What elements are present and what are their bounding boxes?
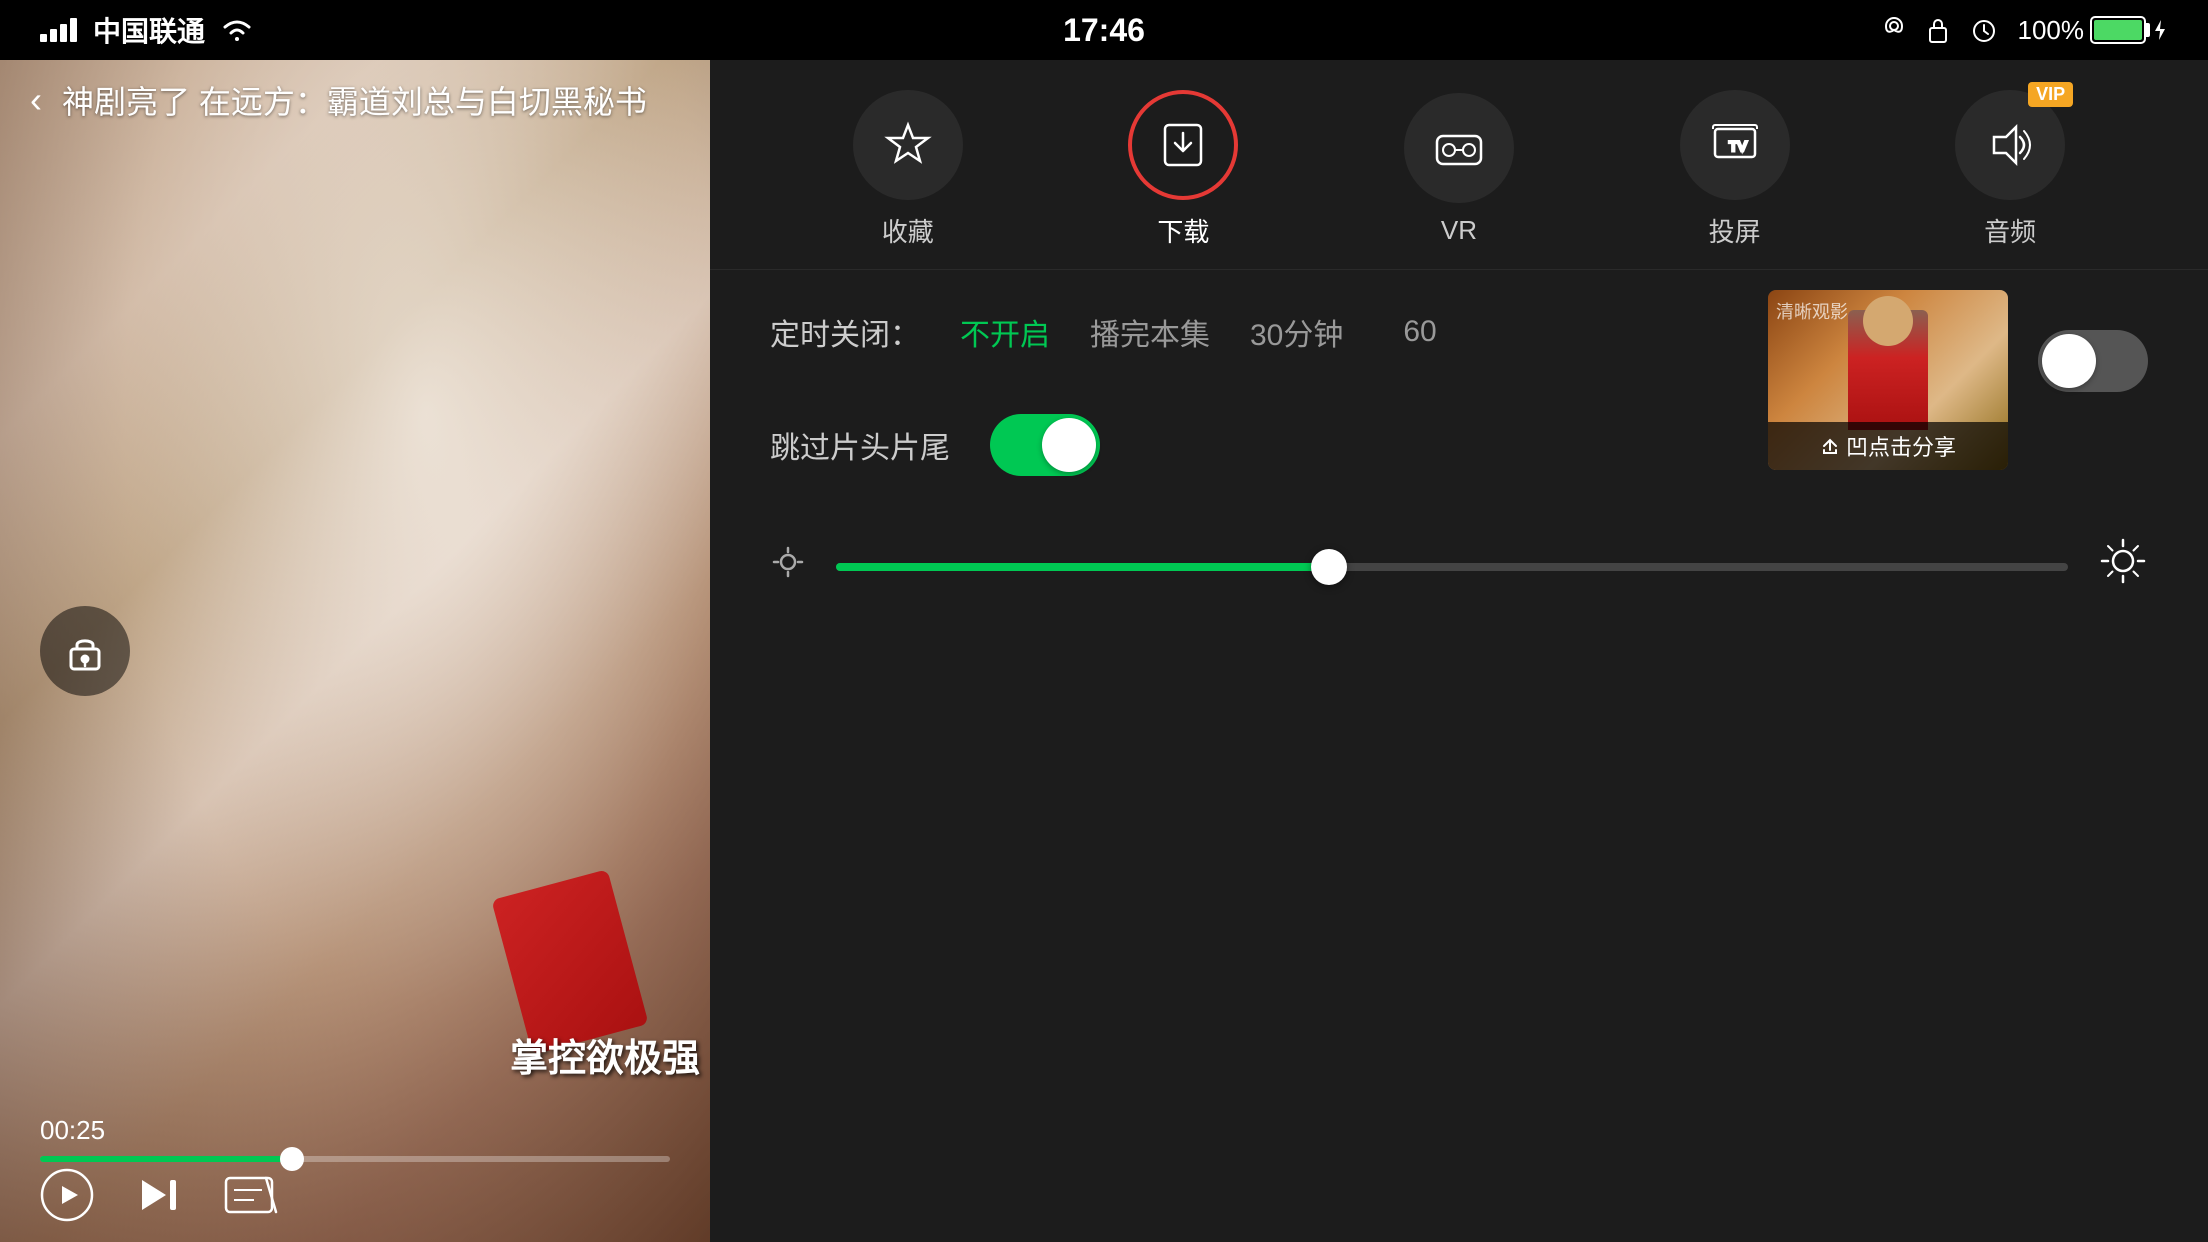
star-icon: [882, 119, 934, 171]
sun-large-icon: [2098, 536, 2148, 586]
collect-icon-item[interactable]: 收藏: [853, 90, 963, 249]
current-time: 00:25: [40, 1115, 670, 1146]
status-time: 17:46: [1063, 12, 1145, 49]
brightness-slider[interactable]: [836, 563, 2068, 571]
audio-icon-item[interactable]: VIP 音频: [1955, 90, 2065, 249]
download-label: 下载: [1157, 212, 1209, 249]
battery-icon: [2090, 16, 2146, 44]
video-panel: ‹ 神剧亮了 在远方：霸道刘总与白切黑秘书 掌控欲极强 00:25: [0, 60, 710, 1242]
next-icon: [134, 1170, 184, 1220]
collect-icon-circle: [853, 90, 963, 200]
thumbnail-preview: 清晰观影 凹点击分享: [1768, 290, 2008, 470]
progress-container: 00:25: [0, 1115, 710, 1162]
vr-icon-circle: [1404, 93, 1514, 203]
battery-percent: 100%: [2018, 15, 2085, 46]
brightness-fill: [836, 563, 1329, 571]
wifi-icon: [221, 17, 253, 43]
vip-tag: VIP: [2028, 82, 2073, 107]
right-panel: 收藏 下载: [710, 60, 2208, 1242]
audio-icon-circle: VIP: [1955, 90, 2065, 200]
status-right: 100%: [1882, 15, 2169, 46]
brightness-row: [770, 536, 2148, 597]
status-bar: 中国联通 17:46 100%: [0, 0, 2208, 60]
lock-icon: [63, 629, 107, 673]
lock-button[interactable]: [40, 606, 130, 696]
vr-icon-item[interactable]: VR: [1404, 93, 1514, 246]
danmaku-button[interactable]: [224, 1170, 284, 1220]
status-left: 中国联通: [40, 10, 253, 50]
collect-label: 收藏: [882, 212, 934, 249]
carrier-label: 中国联通: [93, 10, 205, 50]
battery-indicator: 100%: [2018, 15, 2169, 46]
timer-option-off[interactable]: 不开启: [960, 310, 1050, 354]
second-toggle[interactable]: [2038, 330, 2148, 392]
progress-fill: [40, 1156, 292, 1162]
skip-intro-label: 跳过片头片尾: [770, 423, 950, 467]
alarm-icon: [1970, 16, 1998, 44]
charging-icon: [2152, 18, 2168, 42]
location-icon: [1882, 16, 1906, 44]
settings-area: 定时关闭： 不开启 播完本集 30分钟 60 清晰观影: [710, 270, 2208, 1242]
signal-icon: [40, 18, 77, 42]
audio-label: 音频: [1984, 212, 2036, 249]
video-subtitle: 掌控欲极强: [510, 1027, 710, 1082]
back-button[interactable]: ‹: [30, 79, 42, 121]
cast-label: 投屏: [1709, 212, 1761, 249]
sun-small-icon: [770, 544, 806, 580]
video-top-bar: ‹ 神剧亮了 在远方：霸道刘总与白切黑秘书: [0, 60, 710, 140]
skip-intro-knob: [1042, 418, 1096, 472]
share-button[interactable]: 凹点击分享: [1768, 422, 2008, 470]
share-icon: [1820, 436, 1840, 456]
share-text: 凹点击分享: [1846, 430, 1956, 462]
vr-icon: [1433, 122, 1485, 174]
cast-icon-circle: TV: [1680, 90, 1790, 200]
second-toggle-knob: [2042, 334, 2096, 388]
brightness-high-icon: [2098, 536, 2148, 597]
play-icon: [40, 1168, 94, 1222]
timer-option-30[interactable]: 30分钟: [1250, 310, 1343, 354]
video-controls: [0, 1168, 710, 1222]
timer-option-episode[interactable]: 播完本集: [1090, 310, 1210, 354]
audio-icon: [1984, 119, 2036, 171]
brightness-low-icon: [770, 544, 806, 589]
danmaku-icon: [224, 1170, 284, 1220]
timer-option-60[interactable]: 60: [1403, 315, 1436, 349]
main-content: ‹ 神剧亮了 在远方：霸道刘总与白切黑秘书 掌控欲极强 00:25: [0, 60, 2208, 1242]
cast-icon-item[interactable]: TV 投屏: [1680, 90, 1790, 249]
vr-label: VR: [1441, 215, 1477, 246]
cast-icon: TV: [1709, 119, 1761, 171]
skip-intro-toggle[interactable]: [990, 414, 1100, 476]
play-button[interactable]: [40, 1168, 94, 1222]
screen-lock-icon: [1926, 16, 1950, 44]
download-icon: [1157, 119, 1209, 171]
download-icon-item[interactable]: 下载: [1128, 90, 1238, 249]
timer-label: 定时关闭：: [770, 310, 920, 354]
download-icon-circle: [1128, 90, 1238, 200]
icons-row: 收藏 下载: [710, 60, 2208, 270]
next-button[interactable]: [134, 1170, 184, 1220]
second-toggle-container: [2038, 330, 2148, 392]
brightness-thumb[interactable]: [1311, 549, 1347, 585]
svg-text:TV: TV: [1729, 138, 1748, 154]
video-title: 神剧亮了 在远方：霸道刘总与白切黑秘书: [62, 77, 647, 123]
thumbnail-watermark: 清晰观影: [1776, 298, 1848, 324]
progress-bar[interactable]: [40, 1156, 670, 1162]
